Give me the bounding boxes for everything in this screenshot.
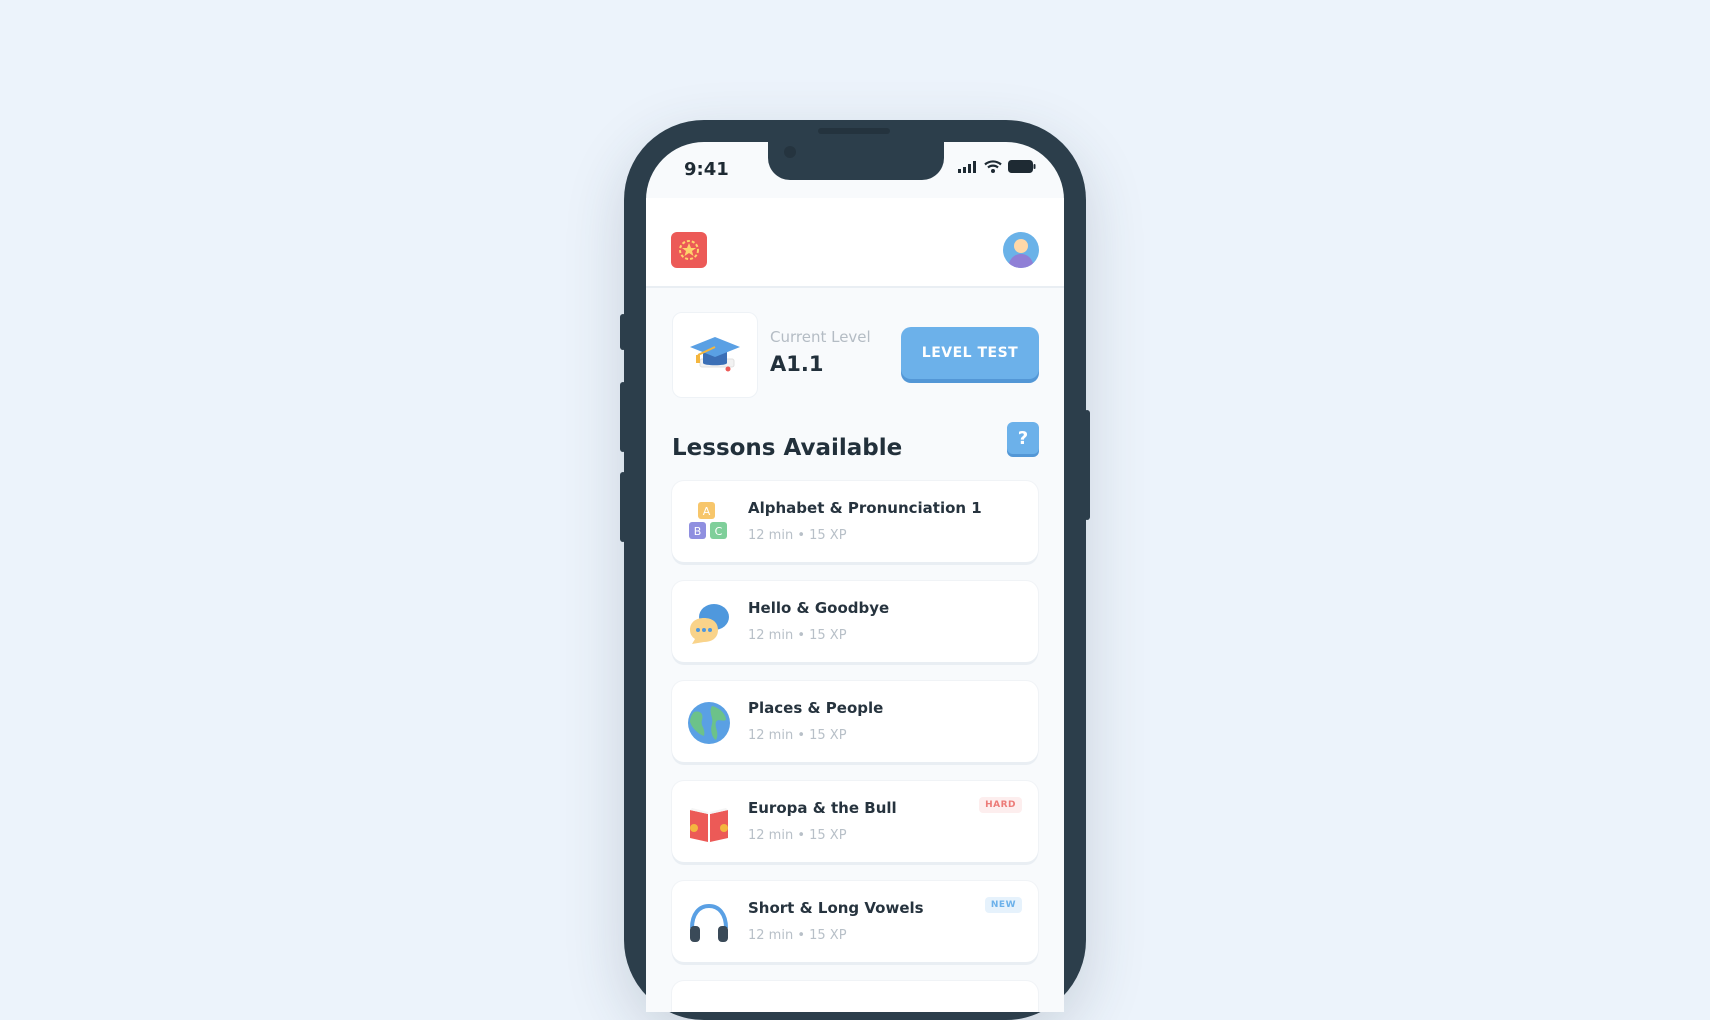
svg-text:A: A [703,505,711,518]
lesson-meta: 12 min • 15 XP [748,828,847,843]
lesson-card-places-people[interactable]: Places & People 12 min • 15 XP [672,681,1038,762]
wreath-star-icon [679,240,699,260]
book-icon [690,808,728,842]
globe-icon [688,702,730,744]
lesson-card-europa-bull[interactable]: Europa & the Bull 12 min • 15 XP HARD [672,781,1038,862]
lesson-card-hello-goodbye[interactable]: Hello & Goodbye 12 min • 15 XP [672,581,1038,662]
level-icon-card [672,312,758,398]
person-icon [1008,239,1034,268]
lesson-title: Places & People [748,699,884,717]
lesson-meta: 12 min • 15 XP [748,928,847,943]
status-time: 9:41 [684,159,729,180]
mute-switch [620,314,626,350]
lesson-card-vowels[interactable]: Short & Long Vowels 12 min • 15 XP NEW [672,881,1038,962]
lesson-title: Alphabet & Pronunciation 1 [748,499,982,517]
phone-frame: 9:41 Current Level A1.1 LEVEL TEST Lesso… [620,120,1090,1020]
lesson-title: Europa & the Bull [748,799,897,817]
volume-up-button [620,382,626,452]
lesson-card-alphabet[interactable]: A B C Alphabet & Pronunciation 1 12 min … [672,481,1038,562]
lesson-meta: 12 min • 15 XP [748,528,847,543]
notch [768,142,944,180]
current-level-label: Current Level [770,328,871,346]
app-logo[interactable] [671,232,707,268]
level-test-button[interactable]: LEVEL TEST [901,327,1039,379]
new-badge: NEW [984,897,1022,913]
user-avatar[interactable] [1003,232,1039,268]
lesson-card-partial[interactable] [672,981,1038,1012]
help-button[interactable]: ? [1007,422,1039,454]
lesson-meta: 12 min • 15 XP [748,728,847,743]
speech-bubbles-icon [690,604,729,644]
lesson-title: Hello & Goodbye [748,599,890,617]
wifi-icon [984,160,1002,173]
camera [784,146,796,158]
phone-screen: 9:41 Current Level A1.1 LEVEL TEST Lesso… [646,142,1064,1012]
volume-down-button [620,472,626,542]
battery-icon [1008,160,1036,173]
speaker-grille [818,128,890,134]
signal-icon [958,160,976,173]
lesson-meta: 12 min • 15 XP [748,628,847,643]
graduation-cap-icon [690,337,740,372]
svg-text:C: C [715,525,723,538]
status-icons [958,160,1036,173]
svg-text:B: B [694,525,702,538]
lessons-available-title: Lessons Available [672,435,903,461]
lesson-title: Short & Long Vowels [748,899,924,917]
current-level-value: A1.1 [770,352,824,376]
power-button [1084,410,1090,520]
app-header [646,198,1064,288]
headphones-icon [690,903,728,942]
alphabet-blocks-icon: A B C [689,502,727,539]
hard-badge: HARD [979,797,1022,813]
